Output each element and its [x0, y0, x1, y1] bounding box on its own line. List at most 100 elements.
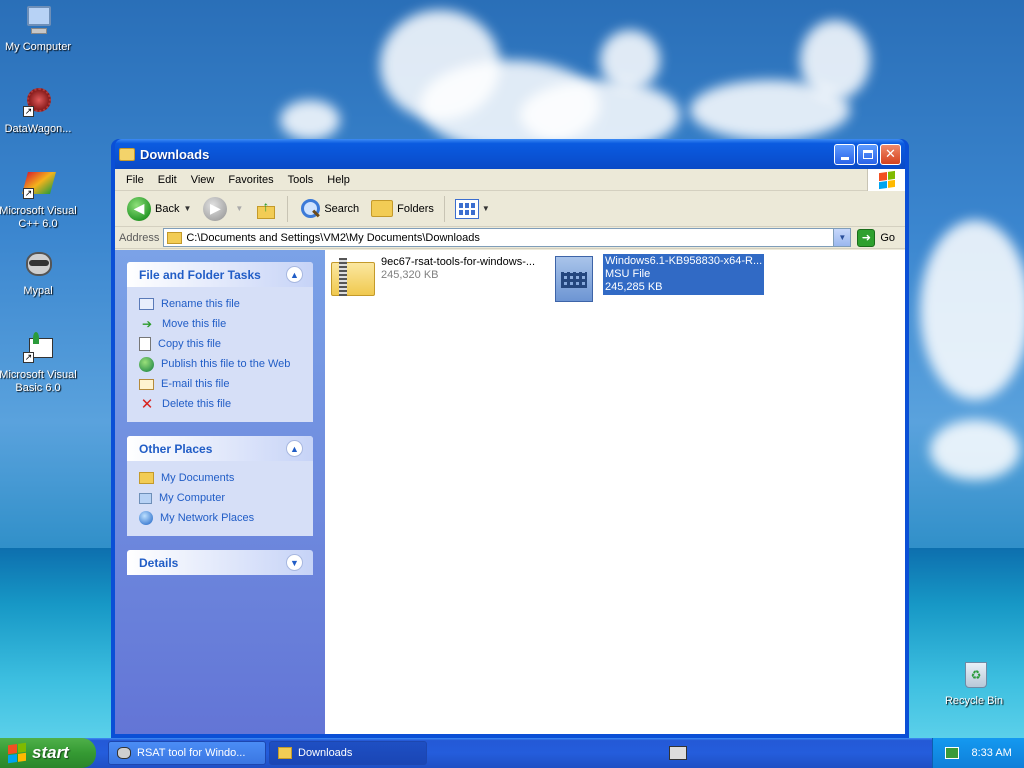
- email-icon: [139, 378, 154, 390]
- close-button[interactable]: ✕: [880, 143, 901, 165]
- forward-arrow-icon: ▶: [203, 196, 228, 221]
- desktop-icon-visual-cpp[interactable]: ↗ Microsoft Visual C++ 6.0: [0, 168, 80, 231]
- go-button[interactable]: ➜ Go: [857, 228, 901, 247]
- go-arrow-icon: ➜: [857, 228, 876, 247]
- menu-help[interactable]: Help: [320, 174, 357, 186]
- other-places-header[interactable]: Other Places ▲: [127, 436, 313, 461]
- windows-flag-icon: [878, 170, 895, 189]
- window-content: File Edit View Favorites Tools Help ◀ Ba…: [115, 168, 905, 734]
- back-label: Back: [155, 202, 180, 215]
- desktop-icon-my-computer[interactable]: My Computer: [0, 4, 80, 54]
- minimize-button[interactable]: [834, 143, 855, 165]
- folders-button[interactable]: Folders: [365, 194, 440, 224]
- place-my-network-places[interactable]: My Network Places: [139, 508, 301, 528]
- desktop-icon-datawagon[interactable]: ↗ DataWagon...: [0, 86, 80, 136]
- file-size: 245,285 KB: [605, 281, 663, 293]
- place-label: My Documents: [161, 472, 235, 484]
- folder-icon: [167, 231, 183, 244]
- details-panel: Details ▼: [127, 550, 313, 575]
- maximize-button[interactable]: [857, 143, 878, 165]
- go-label: Go: [880, 231, 895, 244]
- place-my-documents[interactable]: My Documents: [139, 468, 301, 488]
- address-dropdown-button[interactable]: ▼: [833, 229, 851, 246]
- toolbar-separator: [287, 195, 289, 222]
- network-tray-icon[interactable]: [945, 747, 960, 759]
- back-arrow-icon: ◀: [127, 196, 151, 221]
- address-input[interactable]: C:\Documents and Settings\VM2\My Documen…: [163, 228, 852, 247]
- search-button[interactable]: Search: [292, 194, 365, 224]
- task-rename[interactable]: Rename this file: [139, 294, 301, 314]
- place-my-computer[interactable]: My Computer: [139, 488, 301, 508]
- chevron-up-icon[interactable]: ▲: [286, 440, 303, 457]
- chevron-down-icon[interactable]: ▼: [482, 204, 490, 213]
- task-email[interactable]: E-mail this file: [139, 374, 301, 394]
- back-button[interactable]: ◀ Back ▼: [121, 194, 197, 224]
- keyboard-icon[interactable]: [668, 746, 687, 760]
- chevron-down-icon[interactable]: ▼: [235, 204, 243, 213]
- chevron-down-icon: ▼: [838, 233, 847, 242]
- desktop-icon-visual-basic[interactable]: ↗ Microsoft Visual Basic 6.0: [0, 332, 80, 395]
- minimize-icon: [840, 156, 849, 160]
- folders-label: Folders: [397, 202, 434, 215]
- up-folder-icon: ↑: [255, 198, 277, 220]
- task-pane: File and Folder Tasks ▲ Rename this file…: [115, 250, 325, 734]
- explorer-body: File and Folder Tasks ▲ Rename this file…: [115, 250, 905, 734]
- taskbar-item-downloads[interactable]: Downloads: [269, 741, 427, 765]
- views-icon: [454, 198, 479, 219]
- chevron-down-icon[interactable]: ▼: [286, 554, 303, 571]
- file-folder-tasks-panel: File and Folder Tasks ▲ Rename this file…: [127, 262, 313, 422]
- file-type: MSU File: [605, 268, 651, 280]
- address-label: Address: [119, 231, 160, 244]
- window-titlebar[interactable]: Downloads ✕: [115, 139, 905, 169]
- address-value: C:\Documents and Settings\VM2\My Documen…: [186, 231, 480, 244]
- menu-file[interactable]: File: [119, 174, 151, 186]
- panel-title: File and Folder Tasks: [139, 267, 261, 282]
- taskbar-item-rsat[interactable]: RSAT tool for Windo...: [108, 741, 266, 765]
- chevron-down-icon[interactable]: ▼: [183, 204, 191, 213]
- desktop-icon-recycle-bin[interactable]: ♻ Recycle Bin: [932, 658, 1016, 708]
- clock[interactable]: 8:33 AM: [971, 747, 1011, 759]
- forward-button[interactable]: ▶ ▼: [197, 194, 249, 224]
- file-list[interactable]: 9ec67-rsat-tools-for-windows-... 245,320…: [325, 250, 905, 734]
- menu-view[interactable]: View: [184, 174, 222, 186]
- panel-title: Details: [139, 555, 179, 570]
- menu-favorites[interactable]: Favorites: [221, 174, 280, 186]
- menu-bar: File Edit View Favorites Tools Help: [115, 168, 905, 191]
- my-documents-icon: [139, 472, 154, 484]
- move-icon: ➔: [141, 317, 153, 331]
- chevron-up-icon[interactable]: ▲: [286, 266, 303, 283]
- file-item-zip[interactable]: 9ec67-rsat-tools-for-windows-... 245,320…: [329, 256, 535, 300]
- menu-edit[interactable]: Edit: [151, 174, 184, 186]
- window-title: Downloads: [140, 146, 210, 162]
- zip-folder-icon: [329, 256, 377, 300]
- mypal-raccoon-icon: [21, 248, 55, 282]
- task-copy[interactable]: Copy this file: [139, 334, 301, 354]
- task-publish[interactable]: Publish this file to the Web: [139, 354, 301, 374]
- toolbar-separator: [443, 195, 445, 222]
- search-icon: [298, 198, 321, 220]
- maximize-icon: [862, 149, 873, 159]
- visual-basic-icon: ↗: [21, 332, 55, 366]
- start-label: start: [32, 743, 69, 762]
- taskbar: start RSAT tool for Windo... Downloads 8…: [0, 738, 1024, 768]
- details-header[interactable]: Details ▼: [127, 550, 313, 575]
- taskbar-item-label: Downloads: [298, 747, 353, 759]
- task-move[interactable]: ➔ Move this file: [139, 314, 301, 334]
- views-button[interactable]: ▼: [449, 194, 496, 224]
- visual-cpp-icon: ↗: [21, 168, 56, 202]
- close-icon: ✕: [885, 146, 896, 161]
- start-button[interactable]: start: [0, 738, 96, 768]
- windows-flag-icon: [8, 742, 26, 764]
- task-delete[interactable]: ✕ Delete this file: [139, 394, 301, 414]
- menu-tools[interactable]: Tools: [281, 174, 321, 186]
- desktop-icon-label: Microsoft Visual Basic 6.0: [0, 369, 77, 394]
- standard-toolbar: ◀ Back ▼ ▶ ▼ ↑ Search Folders ▼: [115, 191, 905, 227]
- file-item-msu[interactable]: Windows6.1-KB958830-x64-R... MSU File 24…: [551, 254, 765, 302]
- desktop-icon-label: Microsoft Visual C++ 6.0: [0, 205, 77, 230]
- file-name: 9ec67-rsat-tools-for-windows-...: [381, 256, 536, 268]
- desktop-icon-mypal[interactable]: Mypal: [0, 248, 80, 298]
- up-button[interactable]: ↑: [249, 194, 283, 224]
- explorer-window: Downloads ✕ File Edit View Favorites Too…: [111, 139, 909, 738]
- file-folder-tasks-header[interactable]: File and Folder Tasks ▲: [127, 262, 313, 287]
- folder-icon: [119, 147, 135, 161]
